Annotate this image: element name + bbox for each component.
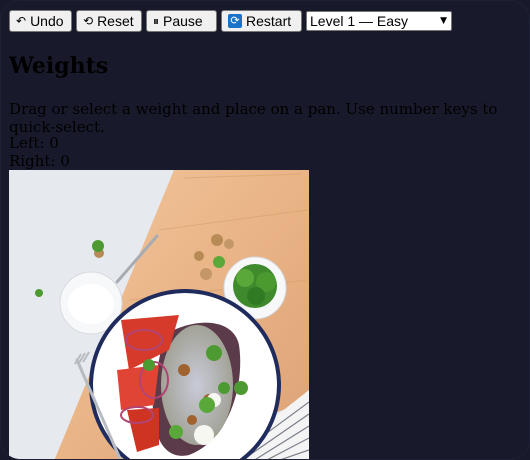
restart-icon: ⟳ (228, 14, 242, 28)
pause-label: Pause (163, 13, 203, 29)
level-select[interactable]: Level 1 — Easy ▼ (306, 11, 452, 31)
toolbar: ↶ Undo ⟲ Reset ⏸ Pause ⟳ Restart Level 1… (9, 10, 452, 32)
reset-circular-arrow-icon: ⟲ (83, 14, 94, 28)
undo-label: Undo (30, 13, 64, 29)
food-photo-illustration (9, 170, 309, 459)
game-window: ↶ Undo ⟲ Reset ⏸ Pause ⟳ Restart Level 1… (0, 0, 530, 460)
pause-icon: ⏸ (153, 14, 160, 28)
restart-button[interactable]: ⟳ Restart (221, 10, 302, 32)
undo-arrow-icon: ↶ (16, 14, 27, 28)
reset-button[interactable]: ⟲ Reset (76, 10, 142, 32)
instructions-text: Drag or select a weight and place on a p… (9, 100, 498, 136)
chevron-down-icon: ▼ (440, 16, 447, 26)
food-photo (9, 170, 309, 459)
pause-button[interactable]: ⏸ Pause (146, 10, 217, 32)
right-pan-total: Right: 0 (9, 152, 70, 170)
restart-label: Restart (246, 13, 292, 29)
undo-button[interactable]: ↶ Undo (9, 10, 72, 32)
game-title: Weights (9, 53, 109, 79)
reset-label: Reset (97, 13, 134, 29)
level-select-value: Level 1 — Easy (310, 13, 409, 29)
left-pan-total: Left: 0 (9, 134, 59, 152)
